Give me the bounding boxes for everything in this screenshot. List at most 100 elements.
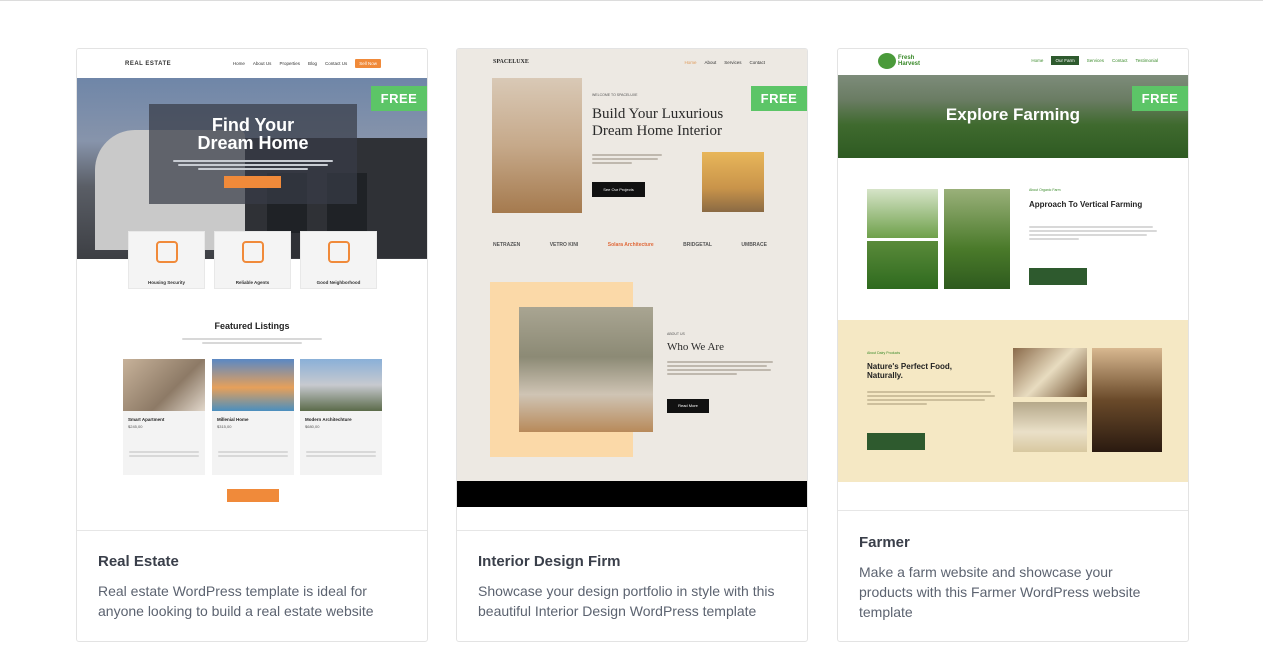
- hero-text-lines: [592, 152, 662, 166]
- partner-logo: BRIDGETAL: [683, 242, 712, 248]
- farm-image: [867, 189, 938, 238]
- hero-button: See Our Projects: [592, 182, 645, 197]
- card-title[interactable]: Interior Design Firm: [478, 553, 786, 570]
- dairy-image: [1013, 348, 1087, 397]
- view-more-button: [227, 489, 279, 502]
- shield-icon: [155, 241, 178, 263]
- template-card-farmer[interactable]: Fresh Harvest Home Our Farm Services Con…: [837, 48, 1189, 642]
- about-heading: Who We Are: [667, 341, 724, 353]
- decor-image: [702, 152, 764, 212]
- listing-price: $245,00: [128, 424, 143, 429]
- hero-heading-line: Dream Home: [197, 133, 309, 153]
- preview-nav-item: Testimonial: [1135, 58, 1158, 63]
- listing-name: Modern Architechture: [305, 417, 352, 422]
- preview-nav-item: Contact: [1111, 58, 1128, 63]
- dairy-text-lines: [867, 389, 995, 407]
- hero-heading: Build Your Luxurious Dream Home Interior: [592, 106, 724, 139]
- discover-button: [867, 433, 925, 450]
- feature-label: Reliable Agents: [235, 280, 270, 285]
- feature-box: Housing Security: [128, 231, 205, 289]
- hero-heading: Find Your Dream Home: [149, 116, 357, 152]
- feature-box: Reliable Agents: [214, 231, 291, 289]
- about-heading: Approach To Vertical Farming: [1029, 200, 1143, 209]
- about-text-lines: [667, 359, 773, 377]
- agent-icon: [241, 241, 264, 263]
- free-badge: FREE: [751, 86, 807, 111]
- welcome-label: WELCOME TO SPACELUXE: [592, 93, 638, 97]
- about-label: About Organic Farm: [1029, 188, 1061, 192]
- about-label: ABOUT US: [667, 332, 685, 336]
- hero-button: [224, 176, 281, 188]
- preview-nav-item: About Us: [252, 61, 272, 66]
- feature-label: Housing Security: [147, 280, 185, 285]
- listing-image: [123, 359, 205, 411]
- partner-logo: NETRAZEN: [493, 242, 521, 248]
- card-info: Interior Design Firm Showcase your desig…: [457, 530, 807, 641]
- home-icon: [327, 241, 350, 263]
- logo-line: Harvest: [898, 61, 921, 67]
- card-info: Farmer Make a farm website and showcase …: [838, 510, 1188, 641]
- footer-bar: [457, 481, 807, 507]
- preview-nav-item: Contact Us: [324, 61, 348, 66]
- preview-nav-item: Home: [1031, 58, 1044, 63]
- preview-nav-button: Sell Now: [355, 59, 381, 68]
- listing-card: Modern Architechture $680,00: [300, 359, 382, 475]
- hero-heading-line: Find Your: [211, 115, 295, 135]
- preview-nav-item: Properties: [279, 61, 300, 66]
- preview-logo: Fresh Harvest: [898, 55, 920, 67]
- top-divider: [0, 0, 1263, 1]
- preview-logo: SPACELUXE: [493, 59, 529, 65]
- living-room-image: [492, 78, 582, 213]
- preview-nav-item: Home: [232, 61, 245, 66]
- preview-nav-item: Services: [724, 60, 742, 65]
- preview-nav: REAL ESTATE Home About Us Properties Blo…: [77, 49, 427, 78]
- farm-image: [867, 241, 938, 289]
- hero-text-lines: [169, 158, 337, 172]
- partner-logo: UMBRACE: [741, 242, 767, 248]
- featured-subtext: [77, 336, 427, 346]
- dairy-image: [1092, 348, 1162, 452]
- listing-name: Millenial Home: [217, 417, 249, 422]
- preview-nav-item: Services: [1086, 58, 1104, 63]
- template-card-interior-design[interactable]: SPACELUXE Home About Services Contact WE…: [456, 48, 808, 642]
- card-description: Real estate WordPress template is ideal …: [98, 583, 374, 619]
- discover-button: [1029, 268, 1087, 285]
- listing-price: $315,00: [217, 424, 232, 429]
- card-description: Showcase your design portfolio in style …: [478, 583, 775, 619]
- dairy-heading: Nature's Perfect Food, Naturally.: [867, 362, 953, 380]
- listing-image: [300, 359, 382, 411]
- feature-label: Good Neighborhood: [316, 280, 361, 285]
- leaf-icon: [878, 53, 896, 69]
- preview-logo: REAL ESTATE: [125, 60, 172, 67]
- card-description: Make a farm website and showcase your pr…: [859, 564, 1141, 620]
- free-badge: FREE: [1132, 86, 1188, 111]
- listing-name: Smart Apartment: [128, 417, 165, 422]
- preview-nav-item: Home: [684, 60, 697, 65]
- about-text-lines: [1029, 224, 1157, 242]
- card-title[interactable]: Real Estate: [98, 553, 406, 570]
- dairy-label: About Dairy Products: [867, 351, 901, 355]
- listing-card: Smart Apartment $245,00: [123, 359, 205, 475]
- dairy-image: [1013, 402, 1087, 452]
- farmer-image: [944, 189, 1010, 289]
- partner-logos: NETRAZEN VETRO KINI Solara Architecture …: [493, 242, 767, 248]
- preview-nav-item: Our Farm: [1051, 56, 1079, 65]
- partner-logo: VETRO KINI: [549, 242, 579, 248]
- template-card-real-estate[interactable]: REAL ESTATE Home About Us Properties Blo…: [76, 48, 428, 642]
- listing-card: Millenial Home $315,00: [212, 359, 294, 475]
- room-image: [519, 307, 653, 432]
- card-title[interactable]: Farmer: [859, 534, 1167, 551]
- preview-nav-item: Contact: [749, 60, 765, 65]
- featured-listings-title: Featured Listings: [214, 321, 290, 331]
- about-button: Read More: [667, 399, 709, 413]
- template-preview-image[interactable]: REAL ESTATE Home About Us Properties Blo…: [77, 49, 427, 531]
- preview-nav-item: About: [704, 60, 717, 65]
- feature-box: Good Neighborhood: [300, 231, 377, 289]
- listing-image: [212, 359, 294, 411]
- preview-nav-item: Blog: [307, 61, 317, 66]
- template-preview-image[interactable]: SPACELUXE Home About Services Contact WE…: [457, 49, 807, 507]
- listing-price: $680,00: [305, 424, 320, 429]
- card-info: Real Estate Real estate WordPress templa…: [77, 530, 427, 641]
- template-preview-image[interactable]: Fresh Harvest Home Our Farm Services Con…: [838, 49, 1188, 510]
- partner-logo: Solara Architecture: [607, 242, 654, 248]
